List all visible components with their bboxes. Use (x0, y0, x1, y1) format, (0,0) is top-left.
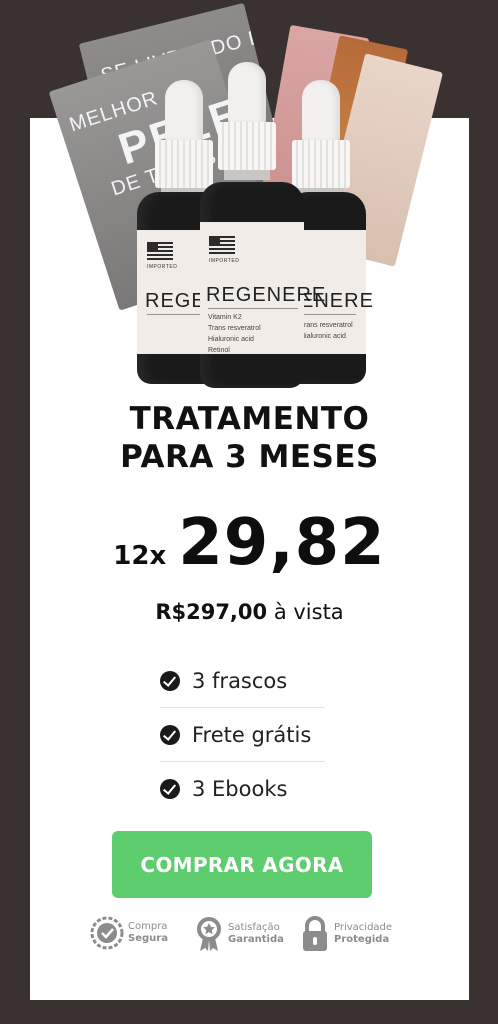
installment-value: 29,82 (178, 506, 386, 580)
bottle-origin: IMPORTED (147, 264, 178, 270)
trust-badges: Compra Segura Satisfação Garantida Priva… (0, 916, 498, 956)
trust-badge-secure: Compra Segura (90, 916, 168, 950)
installment-count: 12x (113, 541, 167, 571)
badge-line-bold: Protegida (334, 934, 390, 945)
list-item: Frete grátis (160, 708, 325, 762)
list-item: 3 frascos (160, 654, 325, 708)
us-flag-icon (147, 242, 173, 260)
check-circle-icon (160, 670, 180, 691)
padlock-icon (303, 916, 327, 951)
badge-line-bold: Segura (128, 933, 168, 944)
badge-line: Privacidade (334, 922, 393, 933)
feature-label: 3 Ebooks (192, 777, 288, 801)
cash-amount: R$297,00 (155, 600, 268, 624)
offer-headline: TRATAMENTO PARA 3 MESES (30, 400, 469, 476)
feature-list: 3 frascos Frete grátis 3 Ebooks (160, 654, 325, 816)
serum-bottle: IMPORTED REGENERE Vitamin K2 Trans resve… (200, 62, 325, 392)
shield-check-icon (90, 916, 124, 950)
trust-badge-satisfaction: Satisfação Garantida (194, 916, 284, 952)
feature-label: Frete grátis (192, 722, 312, 747)
headline-line: PARA 3 MESES (120, 439, 379, 475)
badge-line-bold: Garantida (228, 934, 284, 945)
ingredient: Trans resveratrol (300, 322, 353, 329)
ingredient: Retinol (208, 347, 230, 354)
badge-line: Satisfação (228, 922, 280, 933)
badge-line: Compra (128, 921, 168, 932)
ingredient: Trans resveratrol (208, 325, 261, 332)
us-flag-icon (209, 236, 235, 254)
installment-price: 12x 29,82 (30, 506, 469, 580)
cash-price: R$297,00 à vista (30, 600, 469, 624)
bottle-brand: REGENERE (206, 284, 327, 306)
ingredient: Hialuronic acid (208, 336, 254, 343)
trust-badge-privacy: Privacidade Protegida (300, 916, 392, 952)
product-image: SE LIVRANDO DA MELHOR PELE DE TODAS IMPO… (0, 0, 498, 400)
check-circle-icon (160, 779, 180, 799)
award-ribbon-icon (197, 917, 221, 951)
buy-now-button[interactable]: COMPRAR AGORA (112, 831, 372, 898)
feature-label: 3 frascos (192, 668, 288, 693)
cash-suffix: à vista (267, 600, 344, 624)
check-circle-icon (160, 724, 180, 745)
headline-line: TRATAMENTO (129, 401, 370, 437)
ingredient: Vitamin K2 (208, 314, 242, 321)
ingredient: Hialuronic acid (300, 333, 346, 340)
list-item: 3 Ebooks (160, 762, 325, 816)
bottle-origin: IMPORTED (209, 258, 240, 264)
